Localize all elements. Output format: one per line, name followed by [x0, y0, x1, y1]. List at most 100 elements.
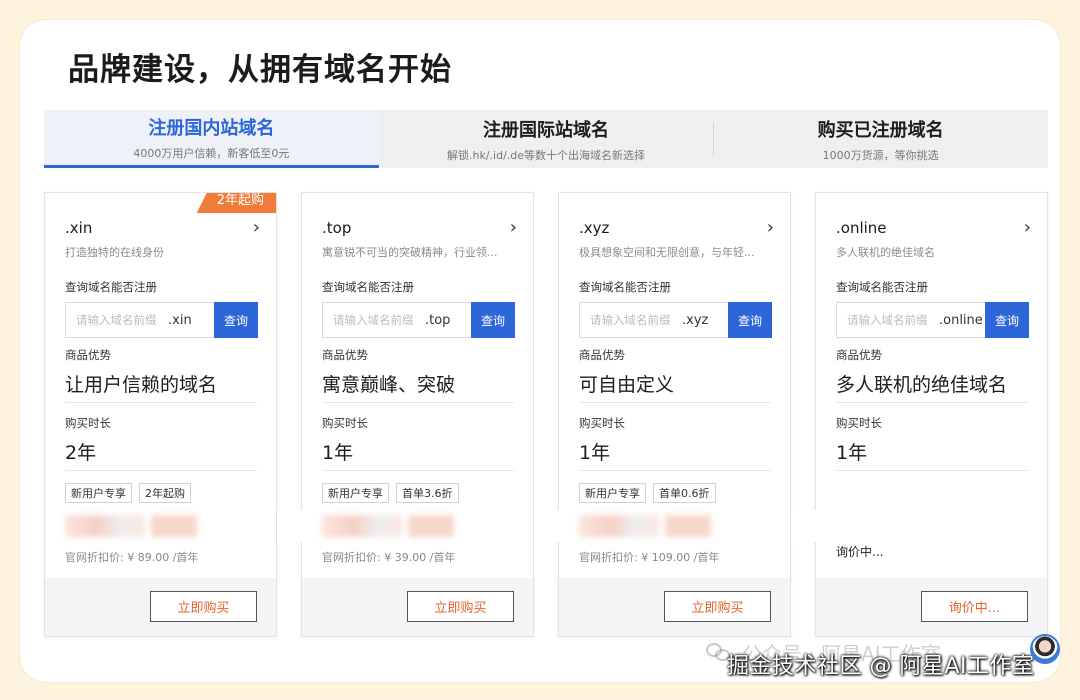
domain-prefix-input[interactable]: [333, 313, 425, 327]
promo-ribbon: 2年起购: [196, 193, 276, 213]
inquiry-button[interactable]: 询价中...: [921, 591, 1028, 622]
advantage-label: 商品优势: [322, 348, 368, 362]
duration-value: 1年: [579, 442, 611, 464]
advantage-value: 多人联机的绝佳域名: [836, 374, 1008, 396]
avatar: [1030, 634, 1060, 664]
divider: [579, 402, 771, 403]
search-box: .xyz: [579, 302, 728, 338]
duration-value: 1年: [322, 442, 354, 464]
divider: [322, 402, 514, 403]
card-footer: 立即购买: [559, 578, 790, 636]
blurred-price: [579, 515, 729, 537]
domain-prefix-input[interactable]: [76, 313, 168, 327]
card-header[interactable]: .top ›: [322, 219, 517, 238]
search-button[interactable]: 查询: [985, 302, 1029, 338]
domain-tabs: 注册国内站域名 4000万用户信赖，新客低至0元 注册国际站域名 解锁.hk/.…: [44, 110, 1049, 168]
search-button[interactable]: 查询: [214, 302, 258, 338]
divider: [836, 402, 1028, 403]
duration-label: 购买时长: [579, 416, 625, 430]
tab-buy-registered-domain[interactable]: 购买已注册域名 1000万货源，等你挑选: [713, 110, 1049, 168]
blurred-price: [322, 515, 472, 537]
tag: 2年起购: [139, 483, 191, 503]
advantage-label: 商品优势: [836, 348, 882, 362]
search-button[interactable]: 查询: [728, 302, 772, 338]
duration-value: 2年: [65, 442, 97, 464]
blurred-price: [65, 515, 215, 537]
query-label: 查询域名能否注册: [836, 280, 928, 294]
buy-now-button[interactable]: 立即购买: [407, 591, 514, 622]
domain-prefix-input[interactable]: [590, 313, 682, 327]
advantage-value: 让用户信赖的域名: [65, 374, 218, 396]
advantage-value: 寓意巅峰、突破: [322, 374, 456, 396]
tag-list: 新用户专享 首单3.6折: [322, 483, 459, 503]
tab-subtitle: 解锁.hk/.id/.de等数十个出海域名新选择: [446, 148, 646, 162]
query-label: 查询域名能否注册: [65, 280, 157, 294]
inquiry-status: 询价中...: [836, 545, 884, 559]
card-header[interactable]: .xin ›: [65, 219, 260, 238]
divider: [65, 402, 257, 403]
advantage-label: 商品优势: [579, 348, 625, 362]
domain-prefix-input[interactable]: [847, 313, 939, 327]
tab-title: 注册国内站域名: [148, 118, 275, 139]
tab-subtitle: 1000万货源，等你挑选: [822, 148, 939, 162]
domain-search: .xyz 查询: [579, 302, 772, 338]
domain-suffix: .online: [939, 312, 983, 328]
domain-card-top: .top › 寓意锐不可当的突破精神，行业领... 查询域名能否注册 .top …: [301, 192, 534, 637]
domain-suffix: .xyz: [682, 312, 709, 328]
search-box: .xin: [65, 302, 214, 338]
advantage-value: 可自由定义: [579, 374, 675, 396]
chevron-right-icon[interactable]: ›: [253, 219, 260, 237]
duration-label: 购买时长: [65, 416, 111, 430]
tab-title: 购买已注册域名: [817, 119, 944, 141]
official-price: 官网折扣价: ¥ 39.00 /首年: [322, 551, 456, 564]
tab-international-domain[interactable]: 注册国际站域名 解锁.hk/.id/.de等数十个出海域名新选择: [378, 110, 714, 168]
tab-title: 注册国际站域名: [483, 119, 609, 141]
tag: 新用户专享: [322, 483, 389, 503]
chevron-right-icon[interactable]: ›: [1024, 219, 1031, 237]
domain-search: .xin 查询: [65, 302, 258, 338]
domain-search: .online 查询: [836, 302, 1029, 338]
search-box: .top: [322, 302, 471, 338]
domain-name: .online: [836, 219, 887, 237]
card-footer: 立即购买: [45, 578, 276, 636]
chevron-right-icon[interactable]: ›: [767, 219, 774, 237]
card-header[interactable]: .xyz ›: [579, 219, 774, 238]
tab-domestic-domain[interactable]: 注册国内站域名 4000万用户信赖，新客低至0元: [44, 110, 379, 168]
card-footer: 立即购买: [302, 578, 533, 636]
chevron-right-icon[interactable]: ›: [510, 219, 517, 237]
duration-label: 购买时长: [836, 416, 882, 430]
search-button[interactable]: 查询: [471, 302, 515, 338]
divider: [836, 470, 1028, 471]
domain-card-online: .online › 多人联机的绝佳域名 查询域名能否注册 .online 查询 …: [815, 192, 1048, 637]
official-price: 官网折扣价: ¥ 109.00 /首年: [579, 551, 720, 564]
advantage-label: 商品优势: [65, 348, 111, 362]
duration-label: 购买时长: [322, 416, 368, 430]
divider: [65, 470, 257, 471]
card-footer: 询价中...: [816, 578, 1047, 636]
query-label: 查询域名能否注册: [579, 280, 671, 294]
tab-subtitle: 4000万用户信赖，新客低至0元: [133, 147, 290, 160]
tag: 新用户专享: [579, 483, 646, 503]
domain-card-xin: 2年起购 .xin › 打造独特的在线身份 查询域名能否注册 .xin 查询 商…: [44, 192, 277, 637]
tag-list: 新用户专享 首单0.6折: [579, 483, 716, 503]
page-title: 品牌建设，从拥有域名开始: [68, 52, 452, 88]
domain-search: .top 查询: [322, 302, 515, 338]
domain-name: .xin: [65, 219, 93, 237]
domain-description: 寓意锐不可当的突破精神，行业领...: [322, 246, 498, 259]
buy-now-button[interactable]: 立即购买: [150, 591, 257, 622]
tag-list: 新用户专享 2年起购: [65, 483, 191, 503]
seam: [791, 510, 819, 542]
official-price: 官网折扣价: ¥ 89.00 /首年: [65, 551, 199, 564]
buy-now-button[interactable]: 立即购买: [664, 591, 771, 622]
domain-name: .top: [322, 219, 352, 237]
search-box: .online: [836, 302, 985, 338]
domain-description: 多人联机的绝佳域名: [836, 246, 935, 259]
juejin-watermark: 掘金技术社区 @ 阿星AI工作室: [727, 654, 1035, 679]
domain-description: 打造独特的在线身份: [65, 246, 164, 259]
divider: [579, 470, 771, 471]
query-label: 查询域名能否注册: [322, 280, 414, 294]
tag: 首单0.6折: [653, 483, 716, 503]
domain-name: .xyz: [579, 219, 610, 237]
card-header[interactable]: .online ›: [836, 219, 1031, 238]
duration-value: 1年: [836, 442, 868, 464]
